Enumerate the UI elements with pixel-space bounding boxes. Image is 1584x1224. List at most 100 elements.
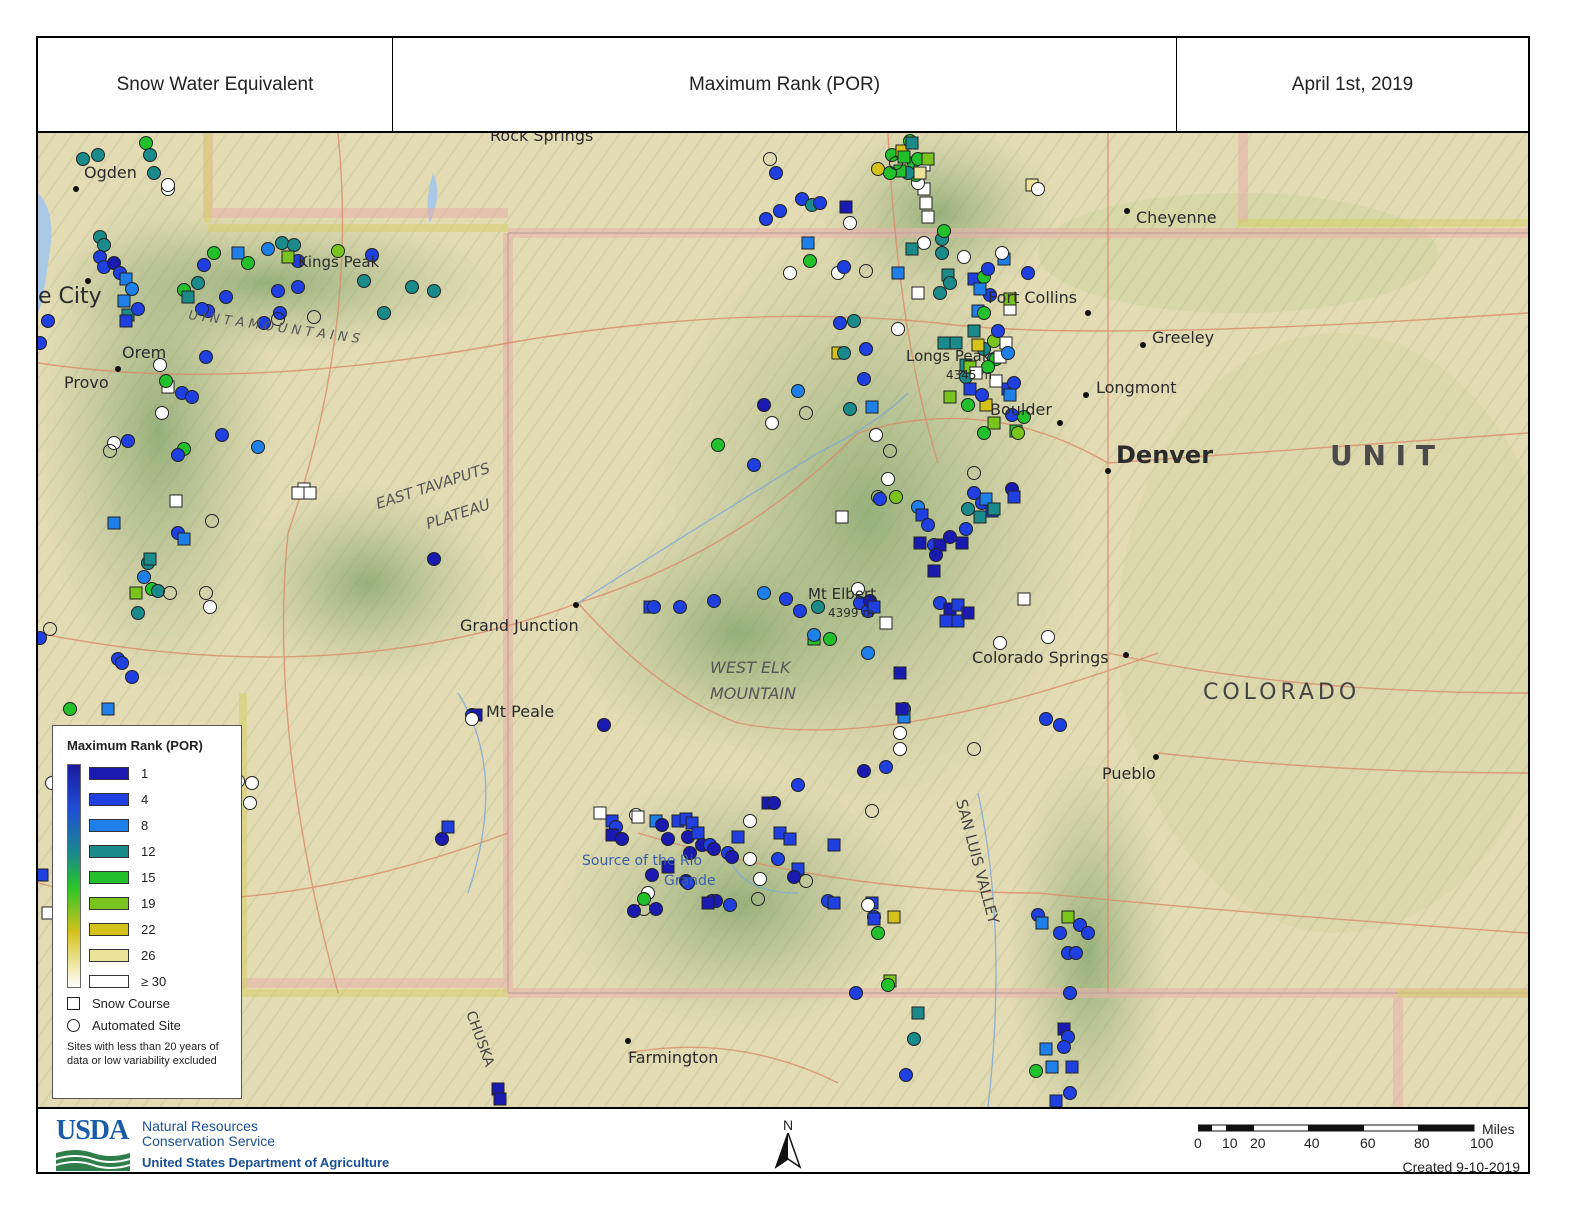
automated-site-marker[interactable]: [199, 586, 213, 600]
snow-course-marker[interactable]: [441, 820, 455, 834]
snow-course-marker[interactable]: [827, 896, 841, 910]
automated-site-marker[interactable]: [843, 216, 857, 230]
snow-course-marker[interactable]: [969, 366, 983, 380]
automated-site-marker[interactable]: [881, 472, 895, 486]
automated-site-marker[interactable]: [597, 718, 611, 732]
snow-course-marker[interactable]: [493, 1092, 507, 1106]
automated-site-marker[interactable]: [661, 832, 675, 846]
basemap[interactable]: Ogden e City Orem Provo Kings Peak Rock …: [38, 133, 1528, 1107]
snow-course-marker[interactable]: [919, 196, 933, 210]
snow-course-marker[interactable]: [129, 586, 143, 600]
snow-course-marker[interactable]: [181, 290, 195, 304]
automated-site-marker[interactable]: [837, 260, 851, 274]
automated-site-marker[interactable]: [769, 166, 783, 180]
automated-site-marker[interactable]: [891, 322, 905, 336]
automated-site-marker[interactable]: [849, 986, 863, 1000]
snow-course-marker[interactable]: [921, 152, 935, 166]
snow-course-marker[interactable]: [38, 868, 49, 882]
automated-site-marker[interactable]: [791, 778, 805, 792]
automated-site-marker[interactable]: [881, 978, 895, 992]
automated-site-marker[interactable]: [131, 302, 145, 316]
automated-site-marker[interactable]: [793, 604, 807, 618]
automated-site-marker[interactable]: [121, 434, 135, 448]
automated-site-marker[interactable]: [771, 852, 785, 866]
automated-site-marker[interactable]: [1053, 718, 1067, 732]
automated-site-marker[interactable]: [107, 436, 121, 450]
automated-site-marker[interactable]: [207, 246, 221, 260]
automated-site-marker[interactable]: [681, 876, 695, 890]
automated-site-marker[interactable]: [1057, 1040, 1071, 1054]
automated-site-marker[interactable]: [961, 502, 975, 516]
automated-site-marker[interactable]: [43, 622, 57, 636]
snow-course-marker[interactable]: [801, 236, 815, 250]
automated-site-marker[interactable]: [615, 832, 629, 846]
automated-site-marker[interactable]: [933, 286, 947, 300]
automated-site-marker[interactable]: [147, 166, 161, 180]
snow-course-marker[interactable]: [955, 536, 969, 550]
snow-course-marker[interactable]: [661, 860, 675, 874]
snow-course-marker[interactable]: [913, 166, 927, 180]
snow-course-marker[interactable]: [1065, 1060, 1079, 1074]
automated-site-marker[interactable]: [427, 552, 441, 566]
snow-course-marker[interactable]: [987, 416, 1001, 430]
automated-site-marker[interactable]: [215, 428, 229, 442]
automated-site-marker[interactable]: [243, 796, 257, 810]
automated-site-marker[interactable]: [261, 242, 275, 256]
automated-site-marker[interactable]: [943, 530, 957, 544]
automated-site-marker[interactable]: [995, 246, 1009, 260]
automated-site-marker[interactable]: [883, 166, 897, 180]
automated-site-marker[interactable]: [743, 852, 757, 866]
automated-site-marker[interactable]: [465, 712, 479, 726]
automated-site-marker[interactable]: [435, 832, 449, 846]
automated-site-marker[interactable]: [645, 868, 659, 882]
automated-site-marker[interactable]: [427, 284, 441, 298]
snow-course-marker[interactable]: [1035, 916, 1049, 930]
snow-course-marker[interactable]: [691, 826, 705, 840]
automated-site-marker[interactable]: [163, 586, 177, 600]
snow-course-marker[interactable]: [989, 374, 1003, 388]
automated-site-marker[interactable]: [967, 466, 981, 480]
automated-site-marker[interactable]: [765, 416, 779, 430]
automated-site-marker[interactable]: [861, 898, 875, 912]
automated-site-marker[interactable]: [377, 306, 391, 320]
automated-site-marker[interactable]: [961, 398, 975, 412]
snow-course-marker[interactable]: [913, 536, 927, 550]
snow-course-marker[interactable]: [1003, 388, 1017, 402]
automated-site-marker[interactable]: [757, 398, 771, 412]
snow-course-marker[interactable]: [891, 266, 905, 280]
automated-site-marker[interactable]: [711, 438, 725, 452]
automated-site-marker[interactable]: [203, 600, 217, 614]
automated-site-marker[interactable]: [1081, 926, 1095, 940]
snow-course-marker[interactable]: [963, 382, 977, 396]
snow-course-marker[interactable]: [865, 400, 879, 414]
automated-site-marker[interactable]: [889, 490, 903, 504]
automated-site-marker[interactable]: [759, 212, 773, 226]
automated-site-marker[interactable]: [783, 266, 797, 280]
snow-course-marker[interactable]: [927, 564, 941, 578]
automated-site-marker[interactable]: [91, 148, 105, 162]
automated-site-marker[interactable]: [251, 440, 265, 454]
automated-site-marker[interactable]: [857, 764, 871, 778]
automated-site-marker[interactable]: [725, 850, 739, 864]
automated-site-marker[interactable]: [1041, 630, 1055, 644]
automated-site-marker[interactable]: [153, 358, 167, 372]
automated-site-marker[interactable]: [97, 238, 111, 252]
automated-site-marker[interactable]: [1031, 182, 1045, 196]
snow-course-marker[interactable]: [1049, 1094, 1063, 1107]
automated-site-marker[interactable]: [275, 236, 289, 250]
automated-site-marker[interactable]: [627, 904, 641, 918]
automated-site-marker[interactable]: [673, 600, 687, 614]
automated-site-marker[interactable]: [115, 656, 129, 670]
automated-site-marker[interactable]: [1007, 376, 1021, 390]
automated-site-marker[interactable]: [883, 444, 897, 458]
snow-course-marker[interactable]: [943, 390, 957, 404]
automated-site-marker[interactable]: [1011, 426, 1025, 440]
snow-course-marker[interactable]: [177, 532, 191, 546]
automated-site-marker[interactable]: [967, 742, 981, 756]
automated-site-marker[interactable]: [647, 600, 661, 614]
snow-course-marker[interactable]: [731, 830, 745, 844]
snow-course-marker[interactable]: [835, 510, 849, 524]
snow-course-marker[interactable]: [827, 838, 841, 852]
automated-site-marker[interactable]: [747, 458, 761, 472]
automated-site-marker[interactable]: [847, 314, 861, 328]
